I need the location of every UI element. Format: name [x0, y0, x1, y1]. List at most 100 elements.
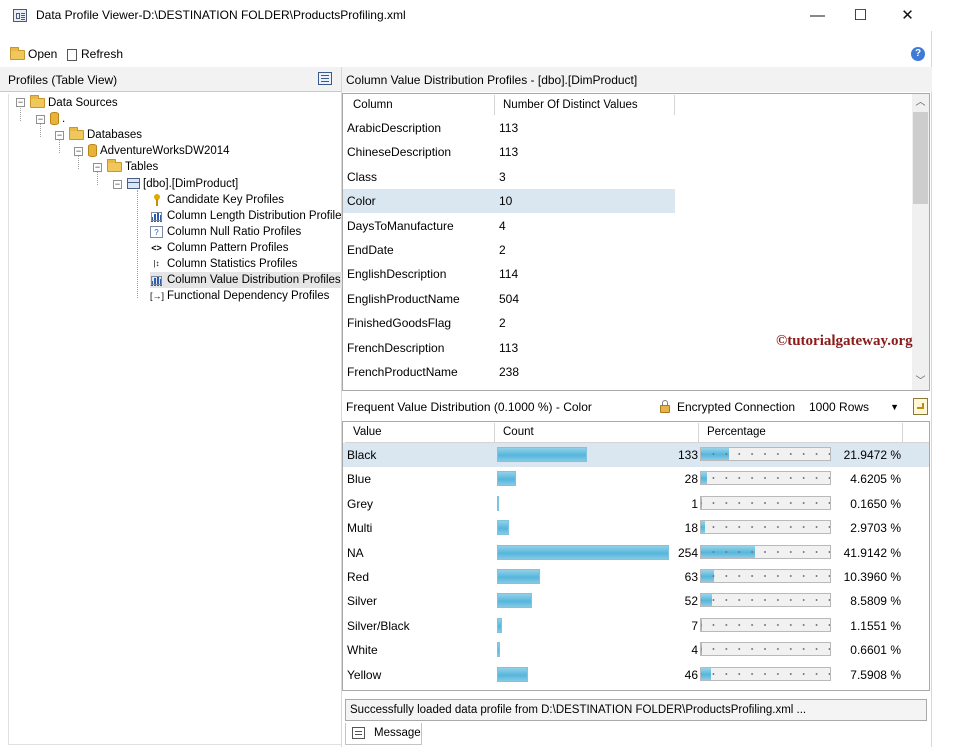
table-row[interactable]: Multi 18 2.9703 %	[343, 516, 929, 540]
toolbar: Open Refresh	[0, 44, 932, 66]
cell-count: 52	[684, 594, 698, 609]
column-header-value[interactable]: Value	[345, 423, 495, 442]
table-row[interactable]: EnglishDescription 114	[343, 262, 903, 286]
cell-percentage: 7.5908 %	[850, 667, 901, 682]
cell-count: 28	[684, 472, 698, 487]
tree-line	[20, 106, 21, 121]
tree-label: Data Sources	[48, 97, 118, 109]
open-label: Open	[28, 47, 58, 61]
title-bar: Data Profile Viewer-D:\DESTINATION FOLDE…	[0, 0, 932, 31]
column-header-distinct-values[interactable]: Number Of Distinct Values	[495, 95, 675, 115]
cell-percentage: 0.6601 %	[850, 643, 901, 658]
tree-node-candidate-key-profiles[interactable]: Candidate Key Profiles	[150, 192, 284, 208]
cell-distinct-values: 238	[499, 365, 520, 379]
help-icon[interactable]: ?	[911, 47, 925, 61]
tree-node-column-value-distribution-profiles[interactable]: Column Value Distribution Profiles	[150, 272, 343, 288]
tree-node-column-pattern-profiles[interactable]: <> Column Pattern Profiles	[150, 240, 288, 256]
cell-count: 4	[691, 643, 698, 658]
table-row[interactable]: Class 3	[343, 165, 903, 189]
percentage-bar	[700, 520, 831, 535]
percentage-bar	[700, 471, 831, 486]
table-row[interactable]: Grey 1 0.1650 %	[343, 492, 929, 516]
table-row[interactable]: FinishedGoodsFlag 2	[343, 311, 903, 335]
refresh-button[interactable]: Refresh	[67, 44, 123, 64]
table-row[interactable]: FrenchProductName 238	[343, 360, 903, 384]
cell-distinct-values: 4	[499, 218, 506, 233]
tree-label: [dbo].[DimProduct]	[143, 178, 239, 190]
collapse-toggle[interactable]: −	[36, 115, 45, 124]
cell-percentage: 10.3960 %	[843, 570, 901, 584]
status-message: Successfully loaded data profile from D:…	[345, 699, 927, 721]
cell-value: Blue	[347, 472, 372, 487]
vertical-scrollbar[interactable]: ︿ ﹀	[912, 94, 929, 390]
count-bar	[497, 520, 509, 536]
key-icon	[150, 193, 163, 206]
grid-header: Value Count Percentage	[345, 423, 929, 443]
cell-percentage: 0.1650 %	[850, 496, 901, 511]
folder-icon	[30, 94, 45, 108]
minimize-button[interactable]: —	[795, 0, 840, 31]
table-icon	[127, 178, 140, 190]
table-row[interactable]: Color 10	[343, 189, 675, 214]
refresh-label: Refresh	[81, 47, 124, 61]
tree-label: Column Null Ratio Profiles	[167, 226, 302, 238]
tree-node-column-statistics-profiles[interactable]: |↕ Column Statistics Profiles	[150, 256, 297, 272]
table-row[interactable]: Red 63 10.3960 %	[343, 565, 929, 589]
percentage-ticks	[701, 526, 830, 529]
table-row[interactable]: EnglishProductName 504	[343, 287, 903, 311]
cell-value: Red	[347, 570, 370, 584]
tree-label: Column Pattern Profiles	[167, 242, 289, 254]
tree-node-functional-dependency-profiles[interactable]: [→] Functional Dependency Profiles	[150, 288, 329, 304]
export-icon[interactable]	[913, 398, 928, 415]
table-row[interactable]: White 4 0.6601 %	[343, 638, 929, 662]
table-view-toggle-icon[interactable]	[318, 72, 332, 85]
count-bar	[497, 617, 502, 633]
collapse-toggle[interactable]: −	[113, 180, 122, 189]
table-row[interactable]: Yellow 46 7.5908 %	[343, 663, 929, 687]
window-title: Data Profile Viewer-D:\DESTINATION FOLDE…	[36, 8, 406, 22]
cell-percentage: 4.6205 %	[850, 472, 901, 487]
scroll-down-icon[interactable]: ﹀	[912, 373, 929, 390]
collapse-toggle[interactable]: −	[93, 163, 102, 172]
maximize-button[interactable]: ☐	[838, 0, 883, 31]
rows-dropdown[interactable]: 1000 Rows ▼	[805, 397, 909, 417]
cell-column-name: FrenchDescription	[347, 340, 445, 355]
tree-node-column-null-ratio-profiles[interactable]: ? Column Null Ratio Profiles	[150, 224, 301, 240]
table-row[interactable]: NA 254 41.9142 %	[343, 541, 929, 565]
scroll-thumb[interactable]	[913, 112, 928, 204]
table-row[interactable]: Silver/Black 7 1.1551 %	[343, 614, 929, 638]
cell-distinct-values: 113	[499, 340, 519, 355]
tree-label: Column Value Distribution Profiles	[167, 274, 341, 286]
scroll-up-icon[interactable]: ︿	[912, 94, 929, 111]
table-row[interactable]: Black 133 21.9472 %	[343, 443, 929, 467]
message-tab[interactable]: Message	[345, 723, 422, 745]
column-header-count[interactable]: Count	[495, 423, 699, 442]
column-header-percentage[interactable]: Percentage	[699, 423, 903, 442]
cell-percentage: 2.9703 %	[850, 521, 901, 536]
cell-percentage: 1.1551 %	[850, 618, 901, 633]
percentage-bar	[700, 642, 831, 657]
close-button[interactable]: ✕	[885, 0, 930, 31]
table-row[interactable]: Blue 28 4.6205 %	[343, 467, 929, 491]
table-row[interactable]: ArabicDescription 113	[343, 116, 903, 140]
message-icon	[352, 727, 365, 739]
table-row[interactable]: ChineseDescription 113	[343, 140, 903, 164]
table-row[interactable]: Silver 52 8.5809 %	[343, 589, 929, 613]
table-row[interactable]: DaysToManufacture 4	[343, 214, 903, 238]
lock-icon	[660, 400, 670, 413]
percentage-bar	[700, 447, 831, 461]
tree-node-column-length-distribution-profiles[interactable]: Column Length Distribution Profiles	[150, 208, 347, 224]
collapse-toggle[interactable]: −	[16, 98, 25, 107]
cell-distinct-values: 3	[499, 169, 506, 184]
tree-label: Tables	[125, 161, 159, 173]
open-button[interactable]: Open	[10, 44, 57, 64]
collapse-toggle[interactable]: −	[74, 147, 83, 156]
table-row[interactable]: EndDate 2	[343, 238, 903, 262]
profiles-pane-title: Profiles (Table View)	[8, 73, 118, 87]
count-bar	[497, 447, 587, 462]
tree-label: Column Statistics Profiles	[167, 258, 298, 270]
cell-percentage: 8.5809 %	[850, 594, 901, 609]
column-header-column[interactable]: Column	[345, 95, 495, 115]
collapse-toggle[interactable]: −	[55, 131, 64, 140]
cell-column-name: FinishedGoodsFlag	[347, 316, 452, 331]
